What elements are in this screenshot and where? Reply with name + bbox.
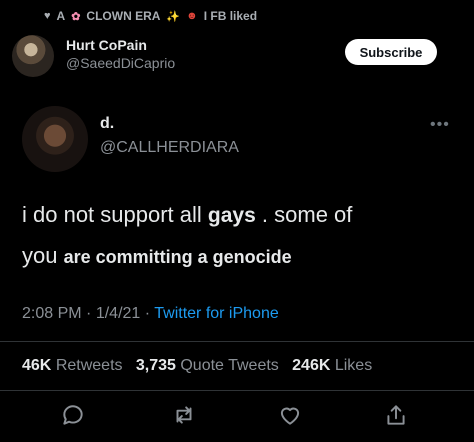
tweet-source[interactable]: Twitter for iPhone <box>154 305 279 322</box>
clown-icon: ☻ <box>186 10 198 22</box>
more-icon[interactable]: ••• <box>430 116 450 134</box>
liked-by-prefix: A <box>56 9 66 23</box>
tweet-text-line-1: i do not support all gays . some of <box>22 202 352 228</box>
liked-by-name[interactable]: CLOWN ERA <box>86 9 160 23</box>
like-icon[interactable] <box>277 402 303 428</box>
author-name[interactable]: d. <box>100 115 114 133</box>
meta-separator: · <box>144 305 151 322</box>
retweets-stat[interactable]: 46K Retweets <box>22 357 123 374</box>
sparkles-icon: ✨ <box>166 10 181 23</box>
likes-stat[interactable]: 246K Likes <box>292 357 372 374</box>
heart-icon: ♥ <box>44 10 51 22</box>
tweet-text-part: you <box>22 243 58 268</box>
quote-tweets-stat[interactable]: 3,735 Quote Tweets <box>136 357 279 374</box>
tweet-meta: 2:08 PM · 1/4/21 · Twitter for iPhone <box>22 305 279 323</box>
divider <box>0 390 474 391</box>
tweet-date[interactable]: 1/4/21 <box>96 305 140 322</box>
tweet-stats: 46K Retweets 3,735 Quote Tweets 246K Lik… <box>22 357 372 375</box>
tweet-overlay-word: gays <box>207 204 256 227</box>
retweeter-name[interactable]: Hurt CoPain <box>66 37 147 53</box>
retweeter-handle[interactable]: @SaeedDiCaprio <box>66 55 175 71</box>
share-icon[interactable] <box>383 402 409 428</box>
tweet-overlay-text: are committing a genocide <box>63 247 292 267</box>
author-avatar[interactable] <box>22 106 88 172</box>
liked-by-suffix: I FB liked <box>203 9 258 23</box>
tweet-text-part: i do not support all <box>22 202 202 227</box>
liked-by-line: ♥ A ✿ CLOWN ERA ✨ ☻ I FB liked <box>44 9 257 23</box>
reply-icon[interactable] <box>60 402 86 428</box>
avatar[interactable] <box>12 35 54 77</box>
retweet-icon[interactable] <box>171 402 197 428</box>
meta-separator: · <box>86 305 92 322</box>
flower-icon: ✿ <box>71 10 81 23</box>
divider <box>0 341 474 342</box>
subscribe-button[interactable]: Subscribe <box>345 39 437 65</box>
author-handle[interactable]: @CALLHERDIARA <box>100 139 239 157</box>
tweet-time[interactable]: 2:08 PM <box>22 305 82 322</box>
tweet-text-line-2: you are committing a genocide <box>22 243 292 269</box>
tweet-text-part: . some of <box>261 202 353 227</box>
